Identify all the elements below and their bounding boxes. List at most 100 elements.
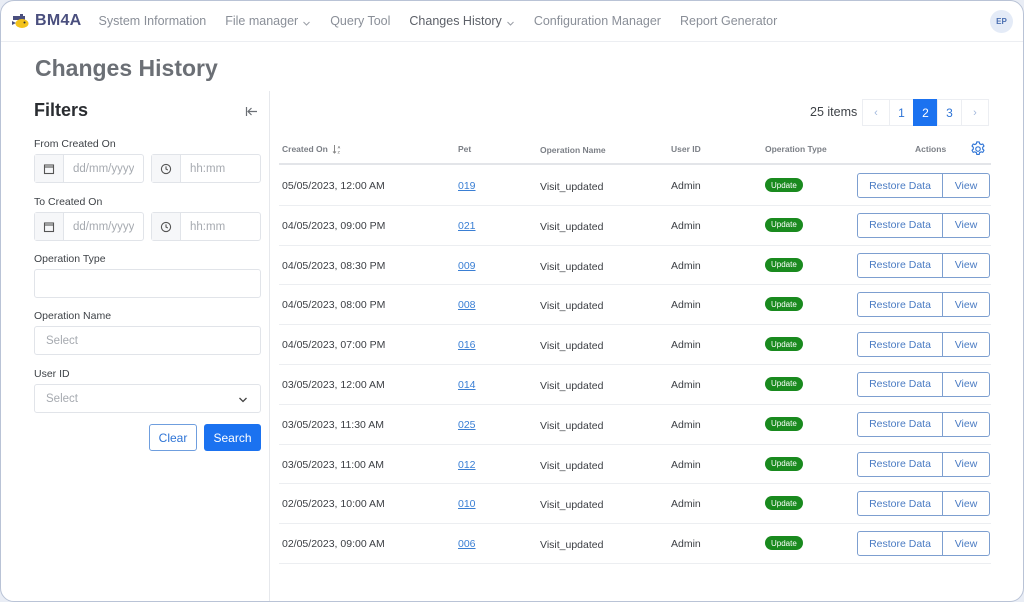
pet-link[interactable]: 025 — [458, 419, 476, 431]
operation-name-cell: Visit_updated — [540, 300, 604, 313]
view-button[interactable]: View — [943, 173, 990, 198]
gear-icon[interactable] — [969, 140, 987, 158]
calendar-icon — [35, 155, 64, 182]
nav-item-label: System Information — [98, 14, 207, 28]
page-title: Changes History — [35, 55, 218, 81]
user-id-select[interactable]: Select — [34, 384, 261, 413]
clear-button[interactable]: Clear — [149, 424, 197, 451]
operation-type-badge: Update — [765, 217, 803, 232]
user-id-cell: Admin — [671, 538, 701, 551]
pet-link[interactable]: 009 — [458, 260, 476, 272]
view-button[interactable]: View — [943, 491, 990, 517]
row-actions: Restore Data View — [857, 491, 990, 517]
items-count: 25 items — [810, 105, 858, 119]
created-on-cell: 04/05/2023, 07:00 PM — [282, 339, 386, 352]
table-row: 04/05/2023, 08:00 PM 008 Visit_updated Admi… — [279, 285, 991, 326]
table-row: 04/05/2023, 08:30 PM 009 Visit_updated Admi… — [279, 246, 991, 286]
pet-link[interactable]: 016 — [458, 339, 476, 351]
collapse-panel-icon[interactable] — [245, 105, 258, 118]
clock-icon — [152, 213, 181, 240]
chevron-down-icon — [238, 395, 248, 403]
view-button[interactable]: View — [943, 212, 990, 238]
row-actions: Restore Data View — [857, 332, 990, 358]
search-button[interactable]: Search — [204, 424, 261, 451]
restore-data-button[interactable]: Restore Data — [857, 451, 943, 477]
nav-item-file-manager[interactable]: File manager — [225, 14, 311, 28]
operation-type-badge: Update — [765, 337, 803, 352]
next-page-button[interactable]: › — [961, 99, 989, 126]
row-actions: Restore Data View — [857, 212, 990, 238]
user-id-cell: Admin — [671, 259, 701, 272]
table-row: 03/05/2023, 12:00 AM 014 Visit_updated Admi… — [279, 365, 991, 405]
user-id-cell: Admin — [671, 339, 701, 352]
pet-link[interactable]: 008 — [458, 299, 476, 311]
user-avatar[interactable]: EP — [990, 10, 1013, 33]
operation-type-badge: Update — [765, 416, 803, 431]
user-id-placeholder: Select — [46, 392, 78, 405]
nav-item-configuration-manager[interactable]: Configuration Manager — [534, 14, 661, 28]
nav-item-query-tool[interactable]: Query Tool — [330, 14, 390, 28]
chevron-down-icon — [302, 17, 311, 26]
from-date-input[interactable]: dd/mm/yyyy — [34, 154, 144, 183]
prev-page-button[interactable]: ‹ — [862, 99, 890, 126]
chevron-down-icon — [506, 17, 515, 26]
column-created-on[interactable]: Created On AZ — [282, 144, 342, 154]
restore-data-button[interactable]: Restore Data — [857, 531, 943, 557]
pet-link[interactable]: 014 — [458, 379, 476, 391]
restore-data-button[interactable]: Restore Data — [857, 173, 943, 198]
column-operation-name: Operation Name — [540, 145, 606, 155]
column-operation-type: Operation Type — [765, 144, 827, 154]
nav-item-changes-history[interactable]: Changes History — [409, 14, 514, 28]
to-date-input[interactable]: dd/mm/yyyy — [34, 212, 144, 241]
from-time-input[interactable]: hh:mm — [151, 154, 261, 183]
pet-link[interactable]: 006 — [458, 538, 476, 550]
page-button-3[interactable]: 3 — [937, 99, 962, 126]
brand-name: BM4A — [35, 12, 82, 29]
svg-text:Z: Z — [337, 150, 340, 155]
operation-name-cell: Visit_updated — [540, 340, 604, 353]
row-actions: Restore Data View — [857, 531, 990, 557]
view-button[interactable]: View — [943, 332, 990, 358]
created-on-cell: 04/05/2023, 08:30 PM — [282, 259, 386, 272]
restore-data-button[interactable]: Restore Data — [857, 212, 943, 238]
restore-data-button[interactable]: Restore Data — [857, 491, 943, 517]
nav-item-label: Report Generator — [679, 14, 778, 28]
restore-data-button[interactable]: Restore Data — [857, 411, 943, 437]
nav-item-report-generator[interactable]: Report Generator — [680, 14, 777, 28]
filters-title: Filters — [34, 100, 89, 120]
restore-data-button[interactable]: Restore Data — [857, 332, 943, 358]
page-button-2[interactable]: 2 — [913, 99, 938, 126]
created-on-cell: 02/05/2023, 10:00 AM — [282, 498, 385, 511]
created-on-cell: 04/05/2023, 08:00 PM — [282, 299, 386, 312]
from-created-on-label: From Created On — [34, 138, 116, 150]
brand[interactable]: BM4A — [11, 11, 82, 31]
table-row: 03/05/2023, 11:00 AM 012 Visit_updated Admi… — [279, 445, 991, 485]
pet-link[interactable]: 012 — [458, 459, 476, 471]
view-button[interactable]: View — [943, 252, 990, 278]
restore-data-button[interactable]: Restore Data — [857, 252, 943, 278]
operation-type-input[interactable] — [34, 269, 261, 298]
pet-link[interactable]: 010 — [458, 498, 476, 510]
to-time-input[interactable]: hh:mm — [151, 212, 261, 241]
view-button[interactable]: View — [943, 451, 990, 477]
operation-name-cell: Visit_updated — [540, 539, 604, 552]
view-button[interactable]: View — [943, 292, 990, 318]
view-button[interactable]: View — [943, 531, 990, 557]
nav-menu: System Information File manager Query Tool… — [99, 14, 797, 28]
operation-name-cell: Visit_updated — [540, 419, 604, 432]
view-button[interactable]: View — [943, 371, 990, 397]
sort-icon[interactable]: AZ — [332, 144, 342, 154]
user-id-cell: Admin — [671, 498, 701, 511]
from-date-placeholder: dd/mm/yyyy — [73, 162, 135, 175]
nav-item-system-information[interactable]: System Information — [99, 14, 207, 28]
restore-data-button[interactable]: Restore Data — [857, 292, 943, 318]
pet-link[interactable]: 019 — [458, 180, 476, 192]
page-button-1[interactable]: 1 — [889, 99, 914, 126]
created-on-cell: 03/05/2023, 11:00 AM — [282, 458, 384, 471]
user-id-cell: Admin — [671, 458, 701, 471]
view-button[interactable]: View — [943, 411, 990, 437]
operation-name-select[interactable]: Select — [34, 326, 261, 355]
pet-link[interactable]: 021 — [458, 220, 476, 232]
operation-type-badge: Update — [765, 297, 803, 312]
restore-data-button[interactable]: Restore Data — [857, 371, 943, 397]
